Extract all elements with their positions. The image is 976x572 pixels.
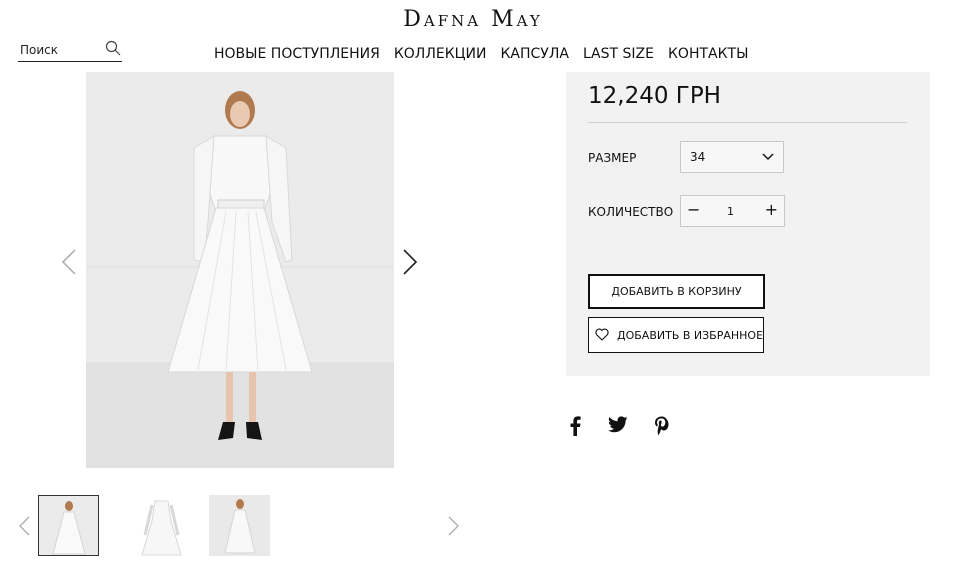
search-icon[interactable] [105,40,121,56]
quantity-decrease-button[interactable]: − [687,200,700,219]
brand-logo-text: Dafna May [403,7,543,32]
thumbnail-image [209,495,270,556]
search-box[interactable] [18,40,122,62]
size-value: 34 [690,150,706,164]
add-to-favorites-button[interactable]: ДОБАВИТЬ В ИЗБРАННОЕ [588,317,764,353]
add-to-cart-button[interactable]: ДОБАВИТЬ В КОРЗИНУ [588,274,765,309]
thumbnail-1[interactable] [38,495,99,556]
price-divider [588,122,907,123]
size-label: РАЗМЕР [588,151,637,165]
photo-next-arrow-icon[interactable] [402,249,418,275]
pinterest-icon[interactable] [654,416,669,436]
quantity-value[interactable]: 1 [727,205,734,218]
quantity-label: КОЛИЧЕСТВО [588,205,674,219]
quantity-increase-button[interactable]: + [765,200,778,219]
quantity-stepper: − 1 + [680,195,785,227]
nav-item-contacts[interactable]: КОНТАКТЫ [668,46,748,62]
thumbs-next-arrow-icon[interactable] [448,516,460,536]
nav-item-last-size[interactable]: LAST SIZE [583,46,654,62]
brand-logo[interactable]: Dafna May [0,7,946,32]
twitter-icon[interactable] [608,416,628,434]
nav-item-new-arrivals[interactable]: НОВЫЕ ПОСТУПЛЕНИЯ [214,46,380,62]
product-price: 12,240 ГРН [588,83,721,109]
facebook-icon[interactable] [569,416,581,436]
main-product-photo [86,72,394,468]
thumbnail-image [131,495,192,556]
nav-item-capsule[interactable]: КАПСУЛА [500,46,568,62]
heart-icon [595,328,609,341]
thumbnail-2[interactable] [131,495,192,556]
thumbs-prev-arrow-icon[interactable] [18,516,30,536]
product-panel: 12,240 ГРН РАЗМЕР 34 КОЛИЧЕСТВО − 1 + ДО… [566,72,930,376]
photo-prev-arrow-icon[interactable] [61,249,77,275]
thumbnail-image [39,496,98,555]
search-input[interactable] [20,41,100,59]
chevron-down-icon [762,153,774,161]
main-nav: НОВЫЕ ПОСТУПЛЕНИЯ КОЛЛЕКЦИИ КАПСУЛА LAST… [214,46,762,62]
nav-item-collections[interactable]: КОЛЛЕКЦИИ [394,46,487,62]
size-select[interactable]: 34 [680,141,784,173]
add-to-favorites-label: ДОБАВИТЬ В ИЗБРАННОЕ [617,329,764,342]
thumbnail-3[interactable] [209,495,270,556]
product-photo-illustration [86,72,394,468]
